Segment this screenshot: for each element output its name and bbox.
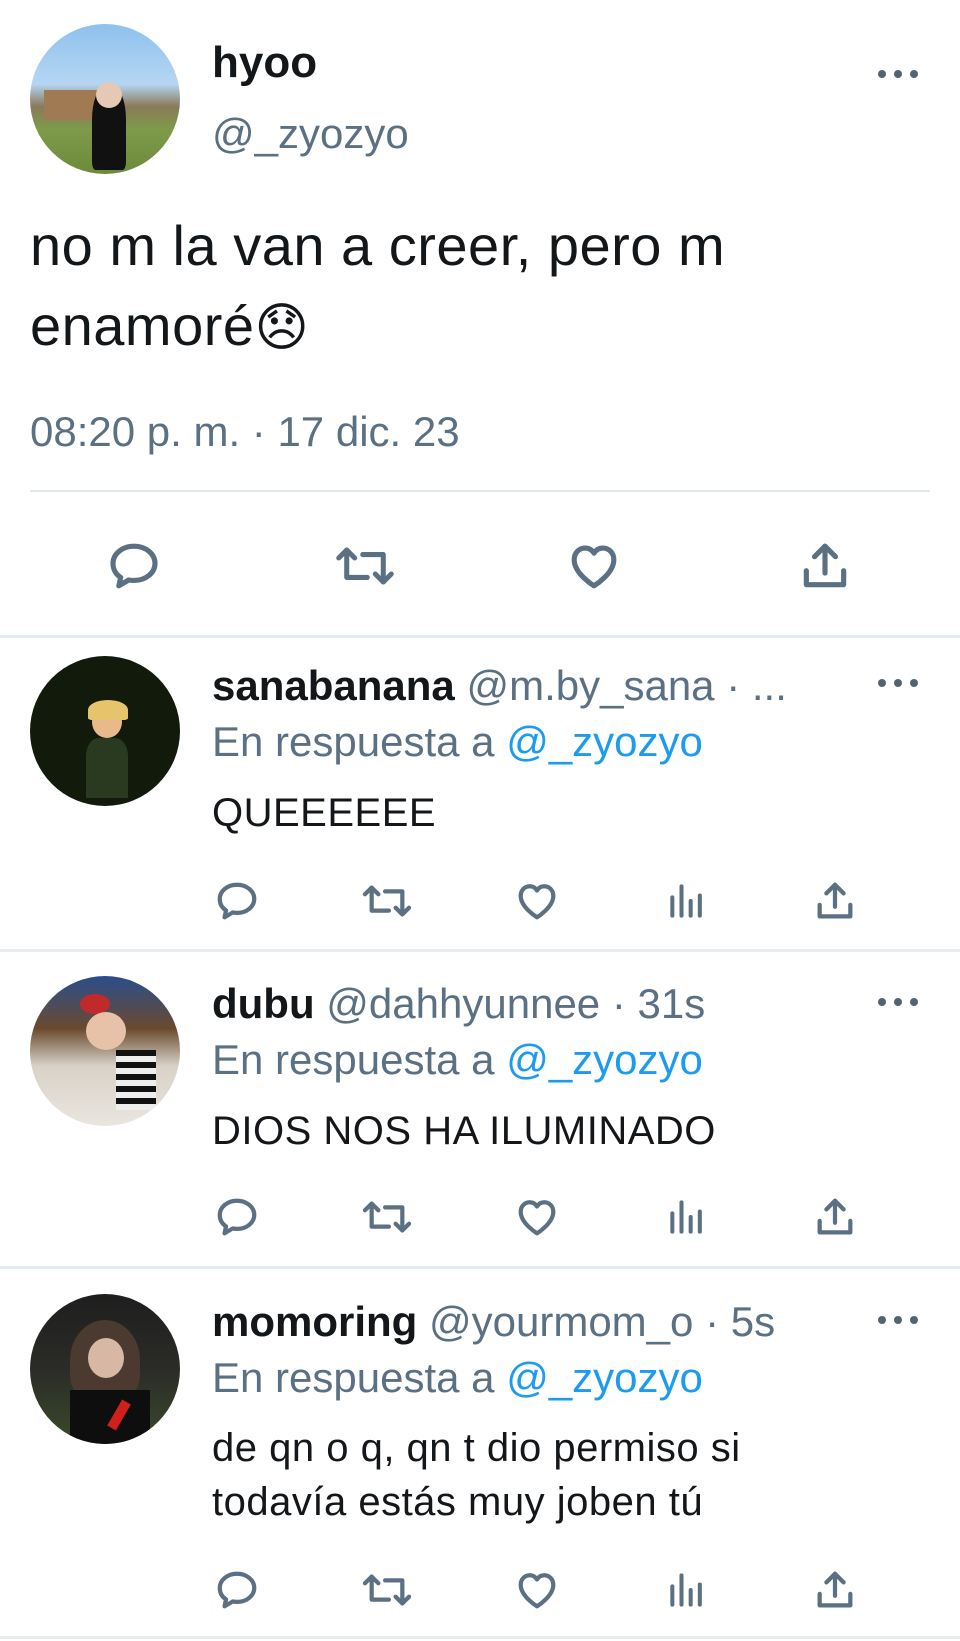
reply-icon[interactable] [104,536,164,596]
divider [0,1636,960,1639]
handle[interactable]: @m.by_sana [466,662,714,709]
avatar[interactable] [30,24,180,174]
reply-header: dubu @dahhyunnee · 31s [212,980,705,1028]
reply-text: QUEEEEEE [212,791,437,835]
handle[interactable]: @yourmom_o [429,1298,693,1345]
share-icon[interactable] [810,1565,860,1615]
retweet-icon[interactable] [358,1565,416,1615]
analytics-icon[interactable] [662,1192,712,1242]
more-options-icon[interactable] [878,996,918,1008]
replying-to: En respuesta a @_zyozyo [212,1036,703,1083]
like-icon[interactable] [512,876,562,926]
reply-header: momoring @yourmom_o · 5s [212,1298,775,1346]
more-options-icon[interactable] [878,1314,918,1326]
display-name[interactable]: dubu [212,980,315,1027]
replying-to: En respuesta a @_zyozyo [212,718,703,765]
disappointed-face-icon: 😞 [254,299,310,357]
timestamp: · 31s [611,980,706,1027]
separator [30,490,930,492]
divider [0,635,960,638]
analytics-icon[interactable] [662,876,712,926]
mention-link[interactable]: @_zyozyo [506,718,703,765]
timestamp: · ... [726,662,787,709]
retweet-icon[interactable] [358,876,416,926]
retweet-icon[interactable] [358,1192,416,1242]
replying-to: En respuesta a @_zyozyo [212,1354,703,1401]
timestamp: 08:20 p. m. · 17 dic. 23 [30,408,460,455]
mention-link[interactable]: @_zyozyo [506,1354,703,1401]
share-icon[interactable] [810,876,860,926]
share-icon[interactable] [795,536,855,596]
display-name[interactable]: momoring [212,1298,417,1345]
reply-text: de qn o q, qn t dio permiso si todavía e… [212,1426,741,1524]
more-options-icon[interactable] [878,677,918,689]
avatar[interactable] [30,1294,180,1444]
mention-link[interactable]: @_zyozyo [506,1036,703,1083]
display-name[interactable]: sanabanana [212,662,455,709]
avatar[interactable] [30,976,180,1126]
handle[interactable]: @_zyozyo [212,110,409,158]
share-icon[interactable] [810,1192,860,1242]
tweet-text: no m la van a creer, pero m enamoré😞 [30,214,726,357]
avatar[interactable] [30,656,180,806]
display-name[interactable]: hyoo [212,38,317,88]
like-icon[interactable] [564,536,624,596]
like-icon[interactable] [512,1192,562,1242]
handle[interactable]: @dahhyunnee [326,980,600,1027]
like-icon[interactable] [512,1565,562,1615]
reply-icon[interactable] [212,876,262,926]
reply-icon[interactable] [212,1565,262,1615]
more-options-icon[interactable] [878,68,918,80]
reply-header: sanabanana @m.by_sana · ... [212,662,787,710]
divider [0,949,960,952]
retweet-icon[interactable] [330,536,400,596]
divider [0,1266,960,1269]
analytics-icon[interactable] [662,1565,712,1615]
reply-icon[interactable] [212,1192,262,1242]
timestamp: · 5s [705,1298,776,1345]
reply-text: DIOS NOS HA ILUMINADO [212,1109,716,1153]
